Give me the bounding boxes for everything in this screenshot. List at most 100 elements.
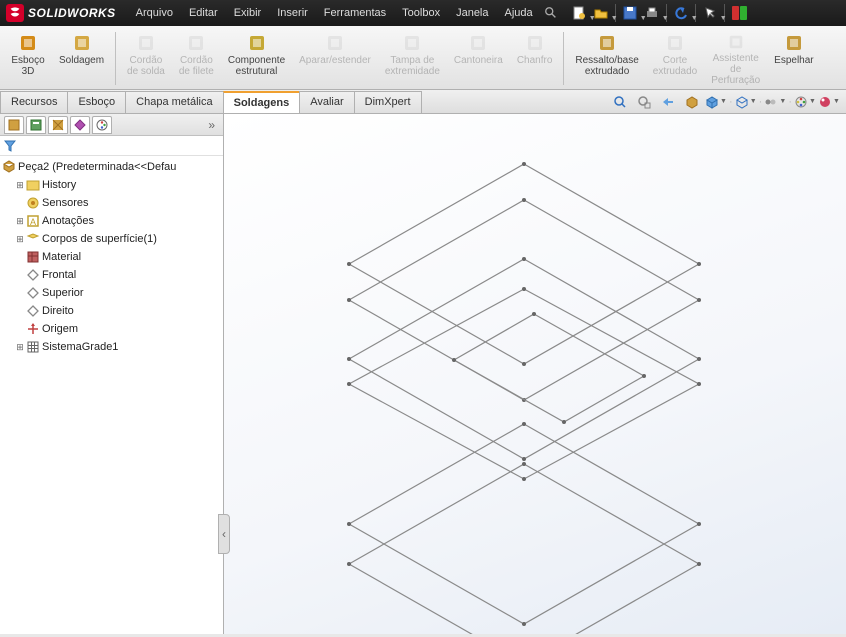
tree-item[interactable]: Superior: [0, 284, 223, 302]
new-file-button[interactable]: ▼: [569, 3, 589, 23]
grid-icon: [26, 340, 40, 354]
command-ribbon: Esboço 3DSoldagemCordão de soldaCordão d…: [0, 26, 846, 90]
ribbon-extrude-button[interactable]: Ressalto/base extrudado: [568, 28, 645, 89]
select-button[interactable]: ▼: [700, 3, 720, 23]
ribbon-endcap-button: Tampa de extremidade: [378, 28, 447, 89]
part-icon: [2, 160, 16, 174]
tree-item[interactable]: Direito: [0, 302, 223, 320]
open-file-button[interactable]: ▼: [591, 3, 611, 23]
ribbon-mirror-button[interactable]: Espelhar: [767, 28, 820, 89]
title-bar: SOLIDWORKS Arquivo Editar Exibir Inserir…: [0, 0, 846, 26]
tree-item[interactable]: ⊞ A Anotações: [0, 212, 223, 230]
tree-item[interactable]: ⊞ SistemaGrade1: [0, 338, 223, 356]
tab-soldagens[interactable]: Soldagens: [223, 91, 301, 113]
tree-toggle-icon[interactable]: ⊞: [14, 342, 26, 353]
zoom-area-icon[interactable]: [633, 91, 655, 113]
ribbon-chamfer-button: Chanfro: [510, 28, 560, 89]
ribbon-structural-button[interactable]: Componente estrutural: [221, 28, 292, 89]
tree-item-label: Sensores: [42, 197, 88, 209]
sidebar-tab-row: »: [0, 114, 223, 136]
tree-item[interactable]: Origem: [0, 320, 223, 338]
display-manager-tab[interactable]: [92, 116, 112, 134]
app-logo: SOLIDWORKS: [6, 4, 116, 22]
sidebar-expand-icon[interactable]: »: [204, 118, 219, 132]
tab-chapa-metálica[interactable]: Chapa metálica: [125, 91, 223, 113]
plane-icon: [26, 268, 40, 282]
tree-toggle-icon[interactable]: ⊞: [14, 216, 26, 227]
svg-text:A: A: [30, 217, 36, 227]
sensor-icon: [26, 196, 40, 210]
feature-tab-row: RecursosEsboçoChapa metálicaSoldagensAva…: [0, 90, 846, 114]
annot-icon: A: [26, 214, 40, 228]
mat-icon: [26, 250, 40, 264]
tree-filter-bar[interactable]: [0, 136, 223, 156]
section-view-icon[interactable]: [681, 91, 703, 113]
tree-item[interactable]: Frontal: [0, 266, 223, 284]
property-manager-tab[interactable]: [26, 116, 46, 134]
tree-item-label: Frontal: [42, 269, 76, 281]
print-button[interactable]: ▼: [642, 3, 662, 23]
save-button[interactable]: ▼: [620, 3, 640, 23]
tree-item[interactable]: Sensores: [0, 194, 223, 212]
rebuild-status-icon[interactable]: [732, 6, 747, 20]
tree-item-label: Direito: [42, 305, 74, 317]
ribbon-weldbead-button: Cordão de solda: [120, 28, 172, 89]
menu-ferramentas[interactable]: Ferramentas: [316, 3, 394, 23]
ds-logo-icon: [6, 4, 24, 22]
tab-dimxpert[interactable]: DimXpert: [354, 91, 422, 113]
menu-toolbox[interactable]: Toolbox: [394, 3, 448, 23]
origin-icon: [26, 322, 40, 336]
app-title: SOLIDWORKS: [28, 6, 116, 20]
tab-esboço[interactable]: Esboço: [67, 91, 126, 113]
dimxpert-manager-tab[interactable]: [70, 116, 90, 134]
tab-recursos[interactable]: Recursos: [0, 91, 68, 113]
ribbon-weldment-button[interactable]: Soldagem: [52, 28, 111, 89]
tree-item-label: Corpos de superfície(1): [42, 233, 157, 245]
menu-ajuda[interactable]: Ajuda: [497, 3, 541, 23]
undo-button[interactable]: ▼: [671, 3, 691, 23]
menu-bar: Arquivo Editar Exibir Inserir Ferramenta…: [128, 3, 561, 23]
tree-item[interactable]: Material: [0, 248, 223, 266]
tree-root-label: Peça2 (Predeterminada<<Defau: [18, 161, 176, 173]
tab-avaliar[interactable]: Avaliar: [299, 91, 354, 113]
ribbon-trimextend-button: Aparar/estender: [292, 28, 378, 89]
tree-item-label: History: [42, 179, 76, 191]
tree-item[interactable]: ⊞ History: [0, 176, 223, 194]
zoom-fit-icon[interactable]: [609, 91, 631, 113]
surf-icon: [26, 232, 40, 246]
graphics-viewport[interactable]: [224, 114, 846, 634]
menu-exibir[interactable]: Exibir: [226, 3, 270, 23]
panel-collapse-handle[interactable]: [218, 514, 230, 554]
menu-editar[interactable]: Editar: [181, 3, 226, 23]
tree-item-label: Origem: [42, 323, 78, 335]
quick-access-toolbar: ▼ ▼ ▼ ▼ ▼ ▼: [569, 3, 747, 23]
ribbon-cut-button: Corte extrudado: [646, 28, 704, 89]
view-orientation-icon[interactable]: ▼: [705, 91, 727, 113]
tree-root-item[interactable]: Peça2 (Predeterminada<<Defau: [0, 158, 223, 176]
menu-inserir[interactable]: Inserir: [269, 3, 316, 23]
feature-tree-panel: » Peça2 (Predeterminada<<Defau ⊞ History S…: [0, 114, 224, 634]
feature-manager-tab[interactable]: [4, 116, 24, 134]
feature-tree: Peça2 (Predeterminada<<Defau ⊞ History Sen…: [0, 156, 223, 634]
ribbon-gusset-button: Cantoneira: [447, 28, 510, 89]
ribbon-holewiz-button: Assistente de Perfuração: [704, 28, 767, 89]
plane-icon: [26, 286, 40, 300]
search-icon[interactable]: [541, 3, 561, 23]
hide-show-icon[interactable]: ▼: [764, 91, 786, 113]
tree-item-label: Material: [42, 251, 81, 263]
display-style-icon[interactable]: ▼: [735, 91, 757, 113]
scene-icon[interactable]: ▼: [818, 91, 840, 113]
content-area: » Peça2 (Predeterminada<<Defau ⊞ History S…: [0, 114, 846, 634]
menu-janela[interactable]: Janela: [448, 3, 496, 23]
configuration-manager-tab[interactable]: [48, 116, 68, 134]
tree-toggle-icon[interactable]: ⊞: [14, 180, 26, 191]
appearance-icon[interactable]: ▼: [794, 91, 816, 113]
menu-arquivo[interactable]: Arquivo: [128, 3, 181, 23]
tree-item[interactable]: ⊞ Corpos de superfície(1): [0, 230, 223, 248]
tree-toggle-icon[interactable]: ⊞: [14, 234, 26, 245]
tree-item-label: SistemaGrade1: [42, 341, 118, 353]
ribbon-sketch3d-button[interactable]: Esboço 3D: [4, 28, 52, 89]
tree-item-label: Anotações: [42, 215, 94, 227]
viewport-toolbar: ▼ · ▼ · ▼ · ▼ ▼: [609, 91, 840, 113]
previous-view-icon[interactable]: [657, 91, 679, 113]
